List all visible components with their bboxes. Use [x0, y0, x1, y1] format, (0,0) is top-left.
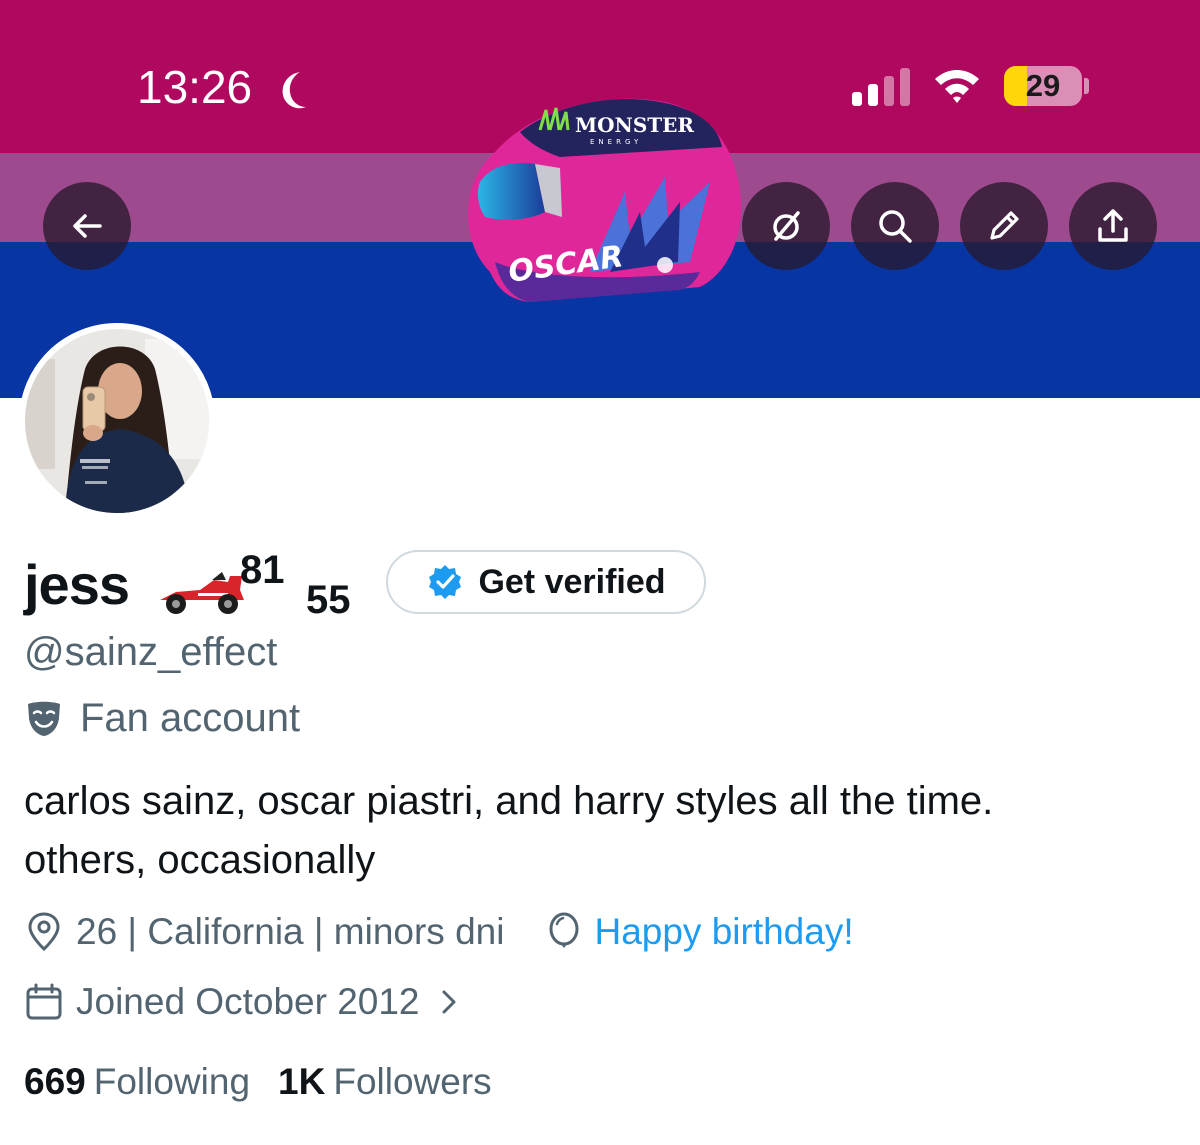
profile-name-row: jess 81 55 Get verified [24, 548, 784, 628]
share-button[interactable] [1069, 182, 1157, 270]
helmet-sponsor-sub-text: ENERGY [590, 138, 642, 146]
back-arrow-icon [73, 214, 102, 238]
back-button[interactable] [43, 182, 131, 270]
chevron-right-icon [442, 990, 456, 1014]
helmet-image: MONSTER ENERGY OSCAR [468, 98, 741, 302]
professional-category: Fan account [24, 692, 300, 744]
racing-car-emoji-icon [160, 572, 244, 614]
profile-avatar[interactable] [19, 323, 215, 519]
profile-banner[interactable]: MONSTER ENERGY OSCAR 13:26 29 [0, 0, 1200, 398]
followers-label: Followers [333, 1061, 492, 1102]
driver-number-81: 81 [240, 548, 285, 592]
followers-link[interactable]: 1K Followers [278, 1061, 492, 1103]
display-name: jess [24, 553, 130, 616]
following-link[interactable]: 669 Following [24, 1061, 250, 1103]
grok-icon [773, 211, 800, 241]
avatar-photo [25, 329, 209, 513]
category-text: Fan account [80, 695, 301, 740]
battery-icon: 29 [1004, 66, 1082, 106]
moon-icon [282, 72, 306, 109]
cellular-signal-icon [852, 68, 910, 106]
search-icon [879, 210, 912, 243]
driver-number-55: 55 [306, 578, 351, 622]
get-verified-label: Get verified [478, 562, 666, 601]
battery-level-text: 29 [1025, 68, 1061, 103]
helmet-sponsor-text: MONSTER [575, 113, 694, 137]
verified-badge-icon [429, 565, 462, 599]
bio-line-1: carlos sainz, oscar piastri, and harry s… [24, 779, 994, 823]
profile-handle: @sainz_effect [24, 630, 278, 674]
joined-text: Joined October 2012 [76, 981, 420, 1022]
follow-stats: 669 Following 1K Followers [24, 1056, 520, 1108]
bio-line-2: others, occasionally [24, 838, 376, 882]
profile-meta-row: 26 | California | minors dni Happy birth… [24, 906, 854, 958]
joined-date-row[interactable]: Joined October 2012 [24, 976, 464, 1028]
location-pin-icon [28, 912, 60, 952]
edit-icon [990, 211, 1019, 240]
battery-nub [1084, 78, 1089, 94]
theater-masks-icon [28, 701, 60, 736]
balloon-icon [549, 912, 579, 948]
followers-count: 1K [278, 1061, 326, 1102]
profile-bio: carlos sainz, oscar piastri, and harry s… [24, 772, 1174, 890]
get-verified-button[interactable]: Get verified [386, 550, 706, 614]
location-text: 26 | California | minors dni [76, 911, 505, 952]
search-button[interactable] [851, 182, 939, 270]
following-count: 669 [24, 1061, 86, 1102]
wifi-icon [935, 70, 979, 103]
grok-button[interactable] [742, 182, 830, 270]
calendar-icon [26, 983, 62, 1020]
edit-button[interactable] [960, 182, 1048, 270]
share-icon [1098, 209, 1128, 242]
following-label: Following [93, 1061, 251, 1102]
status-time: 13:26 [137, 61, 253, 113]
birthday-link[interactable]: Happy birthday! [594, 911, 853, 953]
